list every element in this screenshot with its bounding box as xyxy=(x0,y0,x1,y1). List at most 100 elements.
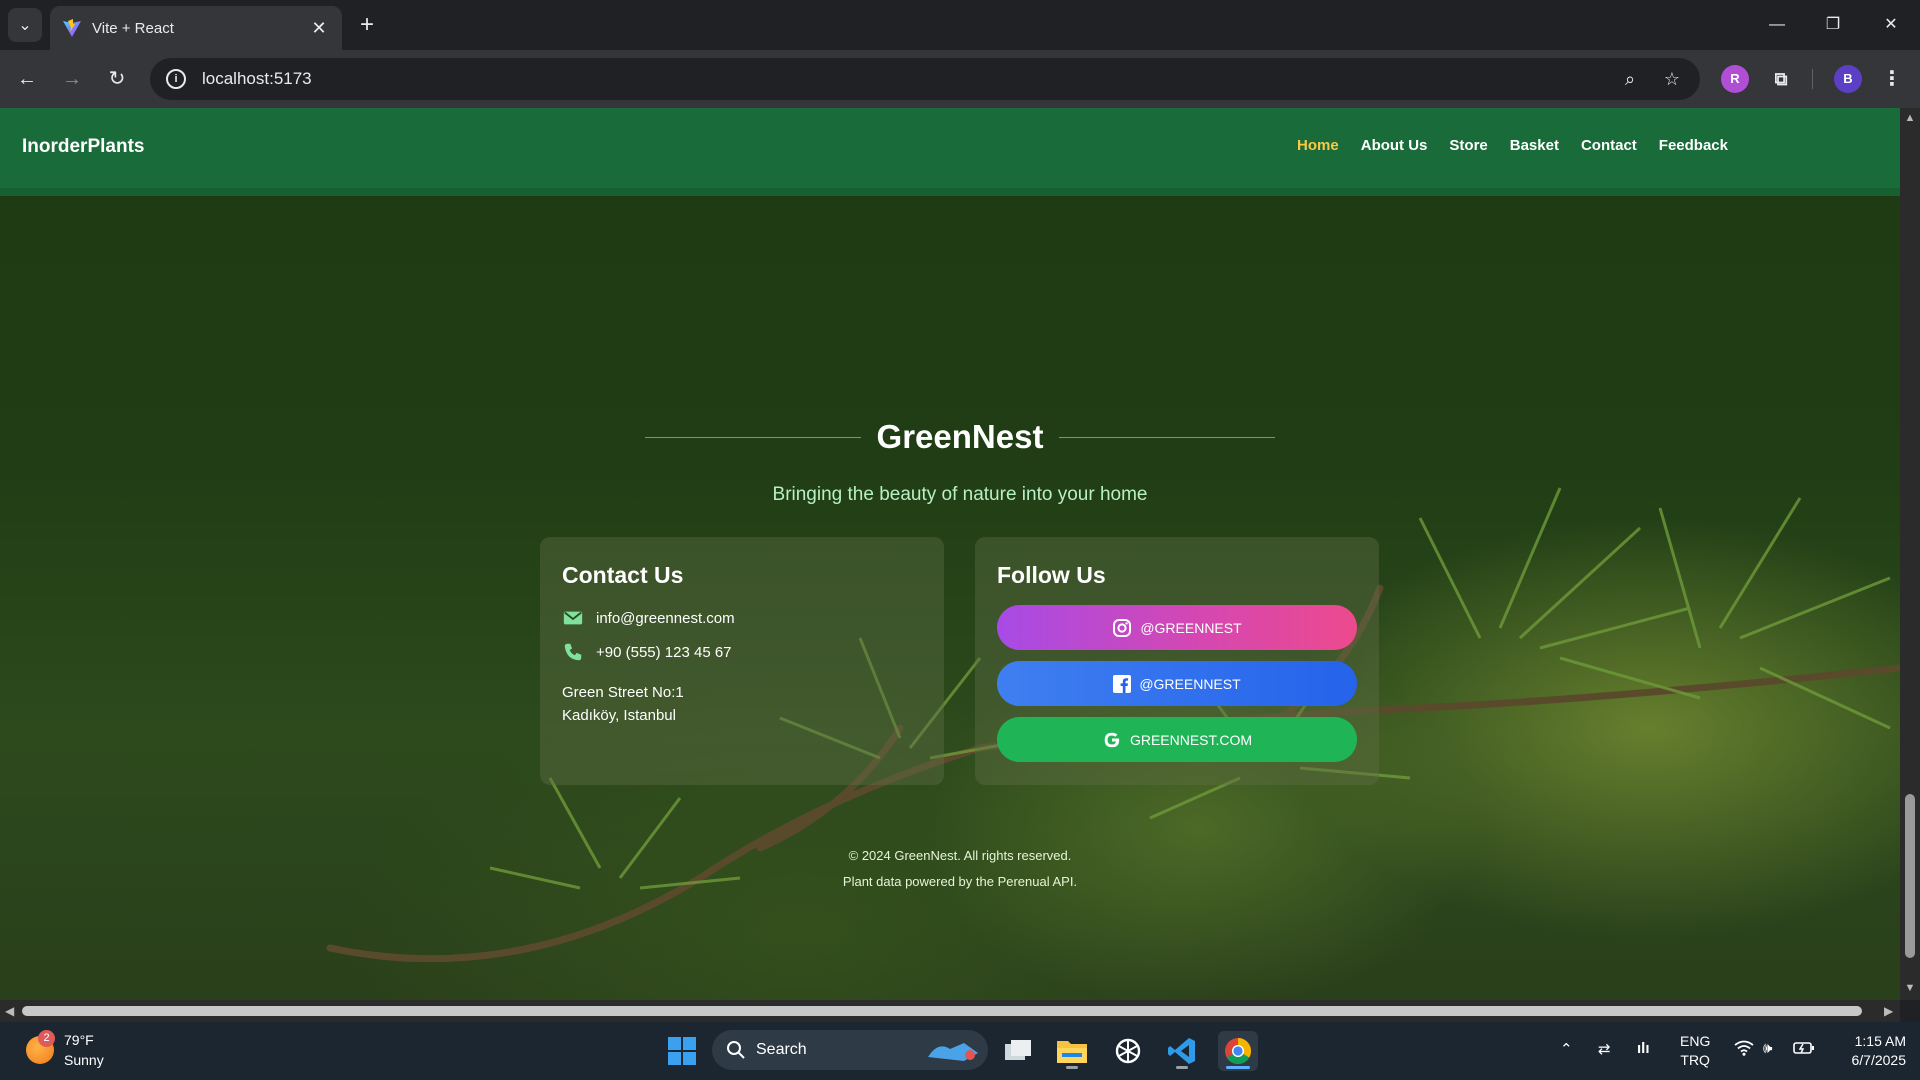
language-indicator[interactable]: ENG TRQ xyxy=(1680,1032,1710,1070)
contact-phone[interactable]: +90 (555) 123 45 67 xyxy=(596,644,732,661)
contact-phone-row: +90 (555) 123 45 67 xyxy=(562,641,732,663)
tray-overflow-chevron-icon[interactable]: ⌃ xyxy=(1560,1040,1573,1058)
browser-tab-bar: ⌄ Vite + React ✕ + — ❐ ✕ xyxy=(0,0,1920,50)
instagram-label: @GREENNEST xyxy=(1140,619,1242,636)
bookmark-star-icon[interactable]: ☆ xyxy=(1654,58,1690,100)
tab-search-chevron-icon[interactable]: ⌄ xyxy=(8,8,42,42)
scroll-down-arrow-icon[interactable]: ▼ xyxy=(1904,982,1916,994)
windows-taskbar: 2 79°F Sunny Search ⌃ ⇄ ılı ENG TRQ 🕪 1:… xyxy=(0,1022,1920,1080)
toolbar-divider xyxy=(1812,69,1813,89)
google-icon xyxy=(1104,732,1120,747)
restore-icon[interactable]: ❐ xyxy=(1813,10,1853,40)
website-label: GREENNEST.COM xyxy=(1129,731,1253,748)
hero-divider-right xyxy=(1059,436,1275,438)
browser-menu-icon[interactable]: ⋮ xyxy=(1878,65,1906,93)
footer-credit: Plant data powered by the Perenual API. xyxy=(842,874,1078,889)
follow-title: Follow Us xyxy=(997,562,1106,588)
clock-date: 6/7/2025 xyxy=(1851,1052,1907,1068)
vscode-icon[interactable] xyxy=(1162,1031,1202,1071)
window-close-icon[interactable]: ✕ xyxy=(1871,10,1911,40)
facebook-button[interactable]: @GREENNEST xyxy=(997,661,1357,706)
url-text: localhost:5173 xyxy=(202,69,312,88)
hero-title: GreenNest xyxy=(876,418,1044,455)
extension-r-icon[interactable]: R xyxy=(1721,65,1749,93)
hero-subtitle: Bringing the beauty of nature into your … xyxy=(772,484,1148,505)
wifi-icon[interactable] xyxy=(1734,1040,1754,1060)
scroll-up-arrow-icon[interactable]: ▲ xyxy=(1904,112,1916,124)
back-arrow-icon[interactable]: ← xyxy=(11,63,43,95)
new-tab-plus-icon[interactable]: + xyxy=(352,10,382,40)
site-brand[interactable]: InorderPlants xyxy=(22,136,144,158)
address-line-2: Kadıköy, Istanbul xyxy=(562,707,676,724)
chrome-icon[interactable] xyxy=(1218,1031,1258,1071)
taskbar-search-label: Search xyxy=(756,1041,807,1058)
weather-temperature[interactable]: 79°F xyxy=(64,1032,94,1048)
email-icon xyxy=(563,611,583,625)
chatgpt-icon[interactable] xyxy=(1108,1031,1148,1071)
search-icon xyxy=(727,1041,745,1059)
horizontal-scroll-thumb[interactable] xyxy=(22,1006,1862,1016)
language-line-2: TRQ xyxy=(1680,1052,1710,1068)
vertical-scrollbar[interactable]: ▲ ▼ xyxy=(1900,108,1920,1000)
search-highlight-icon xyxy=(928,1043,978,1061)
page-viewport: InorderPlants Home About Us Store Basket… xyxy=(0,108,1900,1000)
vscode-running-indicator xyxy=(1176,1066,1188,1069)
clock[interactable]: 1:15 AM 6/7/2025 xyxy=(1830,1032,1907,1070)
nav-link-basket[interactable]: Basket xyxy=(1510,137,1559,154)
tray-connection-icon[interactable]: ⇄ xyxy=(1598,1040,1611,1058)
forward-arrow-icon[interactable]: → xyxy=(56,63,88,95)
volume-icon[interactable]: 🕪 xyxy=(1763,1040,1772,1057)
vertical-scroll-thumb[interactable] xyxy=(1905,794,1915,958)
address-line-1: Green Street No:1 xyxy=(562,684,684,701)
site-info-icon[interactable]: i xyxy=(166,69,186,89)
browser-toolbar: ← → ↻ i localhost:5173 ⌕ ☆ R ⧉ B ⋮ xyxy=(0,50,1920,108)
clock-time: 1:15 AM xyxy=(1854,1033,1906,1049)
zoom-icon[interactable]: ⌕ xyxy=(1612,58,1648,100)
address-bar[interactable]: i localhost:5173 ⌕ ☆ xyxy=(150,58,1700,100)
website-button[interactable]: GREENNEST.COM xyxy=(997,717,1357,762)
windows-start-icon[interactable] xyxy=(662,1031,702,1071)
tray-meter-icon[interactable]: ılı xyxy=(1637,1040,1650,1057)
explorer-running-indicator xyxy=(1066,1066,1078,1069)
nav-link-store[interactable]: Store xyxy=(1449,137,1487,154)
horizontal-scrollbar[interactable]: ◀ ▶ xyxy=(0,1000,1900,1022)
tab-close-icon[interactable]: ✕ xyxy=(308,18,330,39)
task-view-icon[interactable] xyxy=(998,1031,1038,1071)
nav-link-contact[interactable]: Contact xyxy=(1581,137,1637,154)
vite-favicon-icon xyxy=(63,19,81,37)
reload-icon[interactable]: ↻ xyxy=(101,63,133,95)
extensions-puzzle-icon[interactable]: ⧉ xyxy=(1767,65,1795,93)
nav-link-feedback[interactable]: Feedback xyxy=(1659,137,1728,154)
taskbar-search[interactable]: Search xyxy=(712,1030,988,1070)
pine-branch-background xyxy=(326,487,1900,963)
phone-icon xyxy=(564,643,582,661)
browser-tab[interactable]: Vite + React ✕ xyxy=(50,6,342,50)
hero-divider-left xyxy=(645,436,861,438)
footer-copyright: © 2024 GreenNest. All rights reserved. xyxy=(848,848,1072,863)
instagram-icon xyxy=(1113,618,1132,637)
weather-description[interactable]: Sunny xyxy=(64,1052,104,1068)
contact-title: Contact Us xyxy=(562,562,684,588)
contact-address: Green Street No:1 Kadıköy, Istanbul xyxy=(562,681,684,727)
weather-badge: 2 xyxy=(38,1030,55,1047)
file-explorer-icon[interactable] xyxy=(1052,1031,1092,1071)
minimize-icon[interactable]: — xyxy=(1757,10,1797,40)
contact-email-row: info@greennest.com xyxy=(562,607,735,629)
profile-avatar[interactable]: B xyxy=(1834,65,1862,93)
facebook-icon xyxy=(1113,674,1132,693)
facebook-label: @GREENNEST xyxy=(1139,675,1241,692)
language-line-1: ENG xyxy=(1680,1033,1711,1049)
instagram-button[interactable]: @GREENNEST xyxy=(997,605,1357,650)
contact-card: Contact Us info@greennest.com +90 (555) … xyxy=(540,537,944,785)
nav-link-home[interactable]: Home xyxy=(1297,137,1339,154)
nav-links: Home About Us Store Basket Contact Feedb… xyxy=(1297,137,1728,154)
site-navbar: InorderPlants Home About Us Store Basket… xyxy=(0,108,1900,196)
contact-email[interactable]: info@greennest.com xyxy=(596,610,735,627)
battery-icon[interactable] xyxy=(1793,1040,1815,1060)
scroll-left-arrow-icon[interactable]: ◀ xyxy=(5,1004,14,1018)
tab-title: Vite + React xyxy=(92,19,174,37)
nav-link-about-us[interactable]: About Us xyxy=(1361,137,1428,154)
follow-card: Follow Us @GREENNEST @GREENNEST GREENNES… xyxy=(975,537,1379,785)
chrome-active-indicator xyxy=(1226,1066,1250,1069)
scroll-right-arrow-icon[interactable]: ▶ xyxy=(1884,1004,1893,1018)
